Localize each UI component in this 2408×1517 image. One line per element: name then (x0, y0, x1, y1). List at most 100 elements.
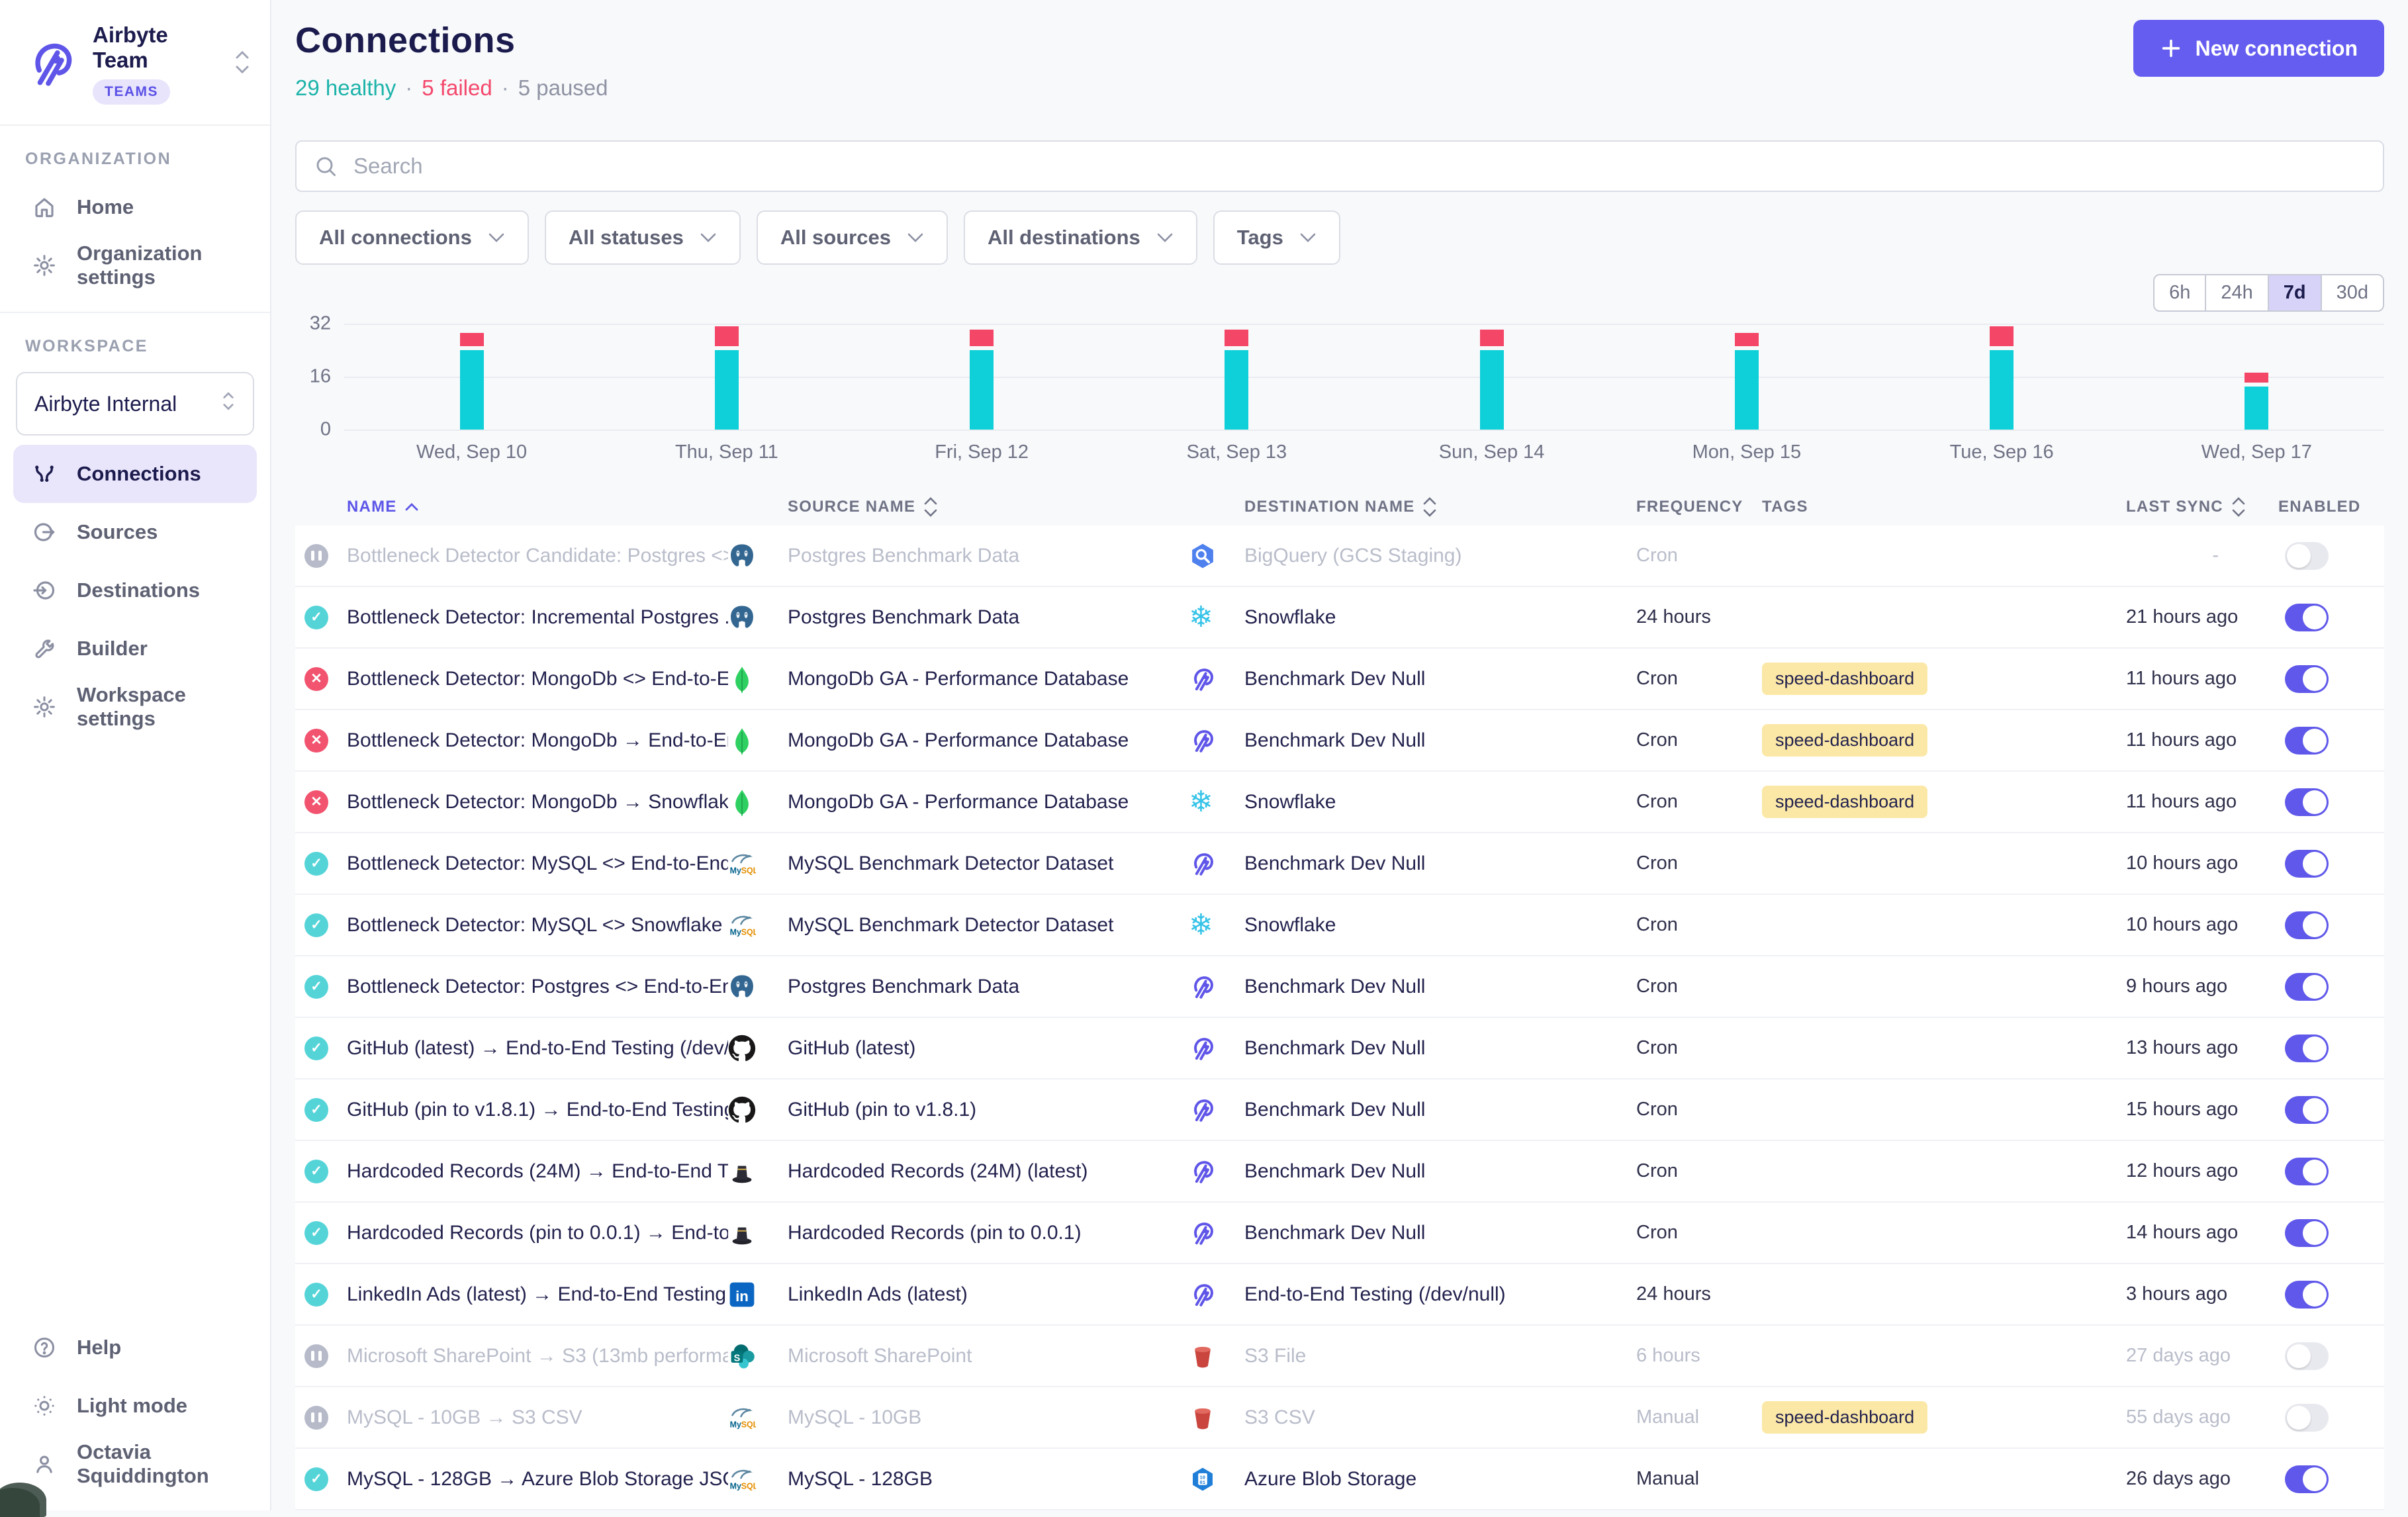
chart-bar (1225, 330, 1248, 430)
enabled-toggle[interactable] (2285, 1404, 2329, 1432)
range-6h[interactable]: 6h (2154, 275, 2205, 310)
enabled-toggle[interactable] (2285, 1034, 2329, 1062)
table-row[interactable]: ✓Bottleneck Detector: Incremental Postgr… (295, 587, 2384, 649)
source-icon (32, 520, 57, 545)
destination-name: Snowflake (1232, 914, 1636, 937)
table-row[interactable]: ✓Bottleneck Detector: MySQL <> End-to-En… (295, 833, 2384, 895)
airbyte-icon (1189, 1219, 1232, 1247)
enabled-toggle[interactable] (2285, 788, 2329, 816)
enabled-toggle[interactable] (2285, 604, 2329, 631)
frequency: Cron (1636, 1222, 1762, 1244)
summary-29-healthy: 29 healthy (295, 75, 396, 100)
range-7d[interactable]: 7d (2268, 275, 2321, 310)
svg-text:01: 01 (1200, 1481, 1206, 1486)
connection-name: Microsoft SharePoint → S3 (13mb performa… (347, 1345, 728, 1367)
col-header-label: DESTINATION NAME (1244, 498, 1414, 516)
status-healthy-icon: ✓ (304, 1160, 328, 1183)
org-switcher[interactable]: Airbyte Team TEAMS (0, 0, 270, 126)
table-row[interactable]: ✓Bottleneck Detector: Postgres <> End-to… (295, 956, 2384, 1018)
filter-tags[interactable]: Tags (1213, 210, 1340, 265)
table-row[interactable]: ✓ Hardcoded Records (24M) → End-to-End Te… (295, 1141, 2384, 1203)
col-header-source-name[interactable]: SOURCE NAME (772, 496, 1189, 518)
filter-all-sources[interactable]: All sources (757, 210, 948, 265)
filter-all-destinations[interactable]: All destinations (964, 210, 1197, 265)
new-connection-button[interactable]: New connection (2133, 20, 2384, 77)
sidebar-item-home[interactable]: Home (0, 178, 270, 236)
table-row[interactable]: ✓GitHub (pin to v1.8.1) → End-to-End Tes… (295, 1080, 2384, 1141)
range-30d[interactable]: 30d (2321, 275, 2383, 310)
table-row[interactable]: MySQL - 10GB → S3 CSVMySQL.MySQL - 10GBS… (295, 1387, 2384, 1449)
sidebar-item-destinations[interactable]: Destinations (0, 561, 270, 620)
last-sync: 9 hours ago (2126, 976, 2278, 997)
table-row[interactable]: Microsoft SharePoint → S3 (13mb performa… (295, 1326, 2384, 1387)
table-row[interactable]: ✕Bottleneck Detector: MongoDb <> End-to-… (295, 649, 2384, 710)
bar-segment-failed-syncs (2245, 373, 2268, 383)
sidebar-item-workspace-settings[interactable]: Workspace settings (0, 678, 270, 736)
sidebar-item-octavia-squiddington[interactable]: Octavia Squiddington (0, 1435, 270, 1493)
last-sync: 21 hours ago (2126, 606, 2278, 628)
airbyte-icon (1189, 1034, 1232, 1062)
col-header-enabled: ENABLED (2278, 498, 2384, 516)
enabled-toggle[interactable] (2285, 1342, 2329, 1370)
search-input[interactable] (352, 153, 2366, 179)
filter-label: All connections (319, 226, 472, 250)
github-icon (728, 1034, 772, 1062)
table-row[interactable]: ✓Hardcoded Records (pin to 0.0.1) → End-… (295, 1203, 2384, 1264)
connection-name: Hardcoded Records (24M) → End-to-End Te.… (347, 1160, 728, 1183)
col-header-destination-name[interactable]: DESTINATION NAME (1232, 496, 1636, 518)
enabled-toggle[interactable] (2285, 850, 2329, 878)
col-header-tags: TAGS (1762, 498, 2126, 516)
separator: · (405, 75, 412, 100)
enabled-toggle[interactable] (2285, 1281, 2329, 1309)
table-row[interactable]: ✓LinkedIn Ads (latest) → End-to-End Test… (295, 1264, 2384, 1326)
source-name: Postgres Benchmark Data (772, 545, 1189, 567)
filter-all-connections[interactable]: All connections (295, 210, 529, 265)
sidebar-item-connections[interactable]: Connections (13, 445, 257, 503)
separator: · (502, 75, 509, 100)
bar-segment-healthy-syncs (1480, 350, 1504, 430)
col-header-last-sync[interactable]: LAST SYNC (2126, 496, 2278, 518)
status-paused-icon (304, 544, 328, 568)
destination-name: Benchmark Dev Null (1232, 852, 1636, 875)
tags-cell: speed-dashboard (1762, 724, 2126, 757)
last-sync: 14 hours ago (2126, 1222, 2278, 1244)
table-row[interactable]: Bottleneck Detector Candidate: Postgres … (295, 526, 2384, 587)
col-header-name[interactable]: NAME (347, 498, 728, 516)
connection-name: GitHub (latest) → End-to-End Testing (/d… (347, 1037, 728, 1060)
sidebar-item-light-mode[interactable]: Light mode (0, 1377, 270, 1435)
enabled-toggle[interactable] (2285, 665, 2329, 693)
workspace-selector[interactable]: Airbyte Internal (16, 372, 254, 436)
sidebar-item-sources[interactable]: Sources (0, 503, 270, 561)
source-name: Postgres Benchmark Data (772, 976, 1189, 998)
table-row[interactable]: ✓MySQL - 128GB → Azure Blob Storage JSOn… (295, 1449, 2384, 1510)
enabled-toggle[interactable] (2285, 542, 2329, 570)
sidebar-item-organization-settings[interactable]: Organization settings (0, 236, 270, 295)
enabled-toggle[interactable] (2285, 911, 2329, 939)
sidebar-item-label: Destinations (77, 578, 200, 602)
filter-all-statuses[interactable]: All statuses (545, 210, 741, 265)
enabled-toggle[interactable] (2285, 727, 2329, 755)
sidebar-bottom-nav: HelpLight modeOctavia Squiddington (0, 1318, 270, 1510)
search-box (295, 140, 2384, 192)
last-sync: 12 hours ago (2126, 1160, 2278, 1182)
source-name: Hardcoded Records (pin to 0.0.1) (772, 1222, 1189, 1244)
table-row[interactable]: ✕Bottleneck Detector: MongoDb → Snowflak… (295, 772, 2384, 833)
new-connection-label: New connection (2196, 36, 2358, 61)
enabled-toggle[interactable] (2285, 1158, 2329, 1185)
table-row[interactable]: ✓GitHub (latest) → End-to-End Testing (/… (295, 1018, 2384, 1080)
enabled-toggle[interactable] (2285, 1465, 2329, 1493)
page-header: Connections 29 healthy·5 failed·5 paused… (295, 0, 2384, 101)
table-row[interactable]: ✓Bottleneck Detector: MySQL <> Snowflake… (295, 895, 2384, 956)
enabled-toggle[interactable] (2285, 1096, 2329, 1124)
y-axis-label: 32 (310, 312, 331, 334)
frequency: Cron (1636, 668, 1762, 690)
table-row[interactable]: ✕Bottleneck Detector: MongoDb → End-to-E… (295, 710, 2384, 772)
enabled-toggle[interactable] (2285, 973, 2329, 1001)
sidebar-item-builder[interactable]: Builder (0, 620, 270, 678)
enabled-toggle[interactable] (2285, 1219, 2329, 1247)
sidebar-item-help[interactable]: Help (0, 1318, 270, 1377)
range-24h[interactable]: 24h (2205, 275, 2267, 310)
svg-text:My: My (730, 866, 741, 875)
workspace-section-label: WORKSPACE (0, 313, 270, 365)
col-header-label: TAGS (1762, 498, 1808, 516)
